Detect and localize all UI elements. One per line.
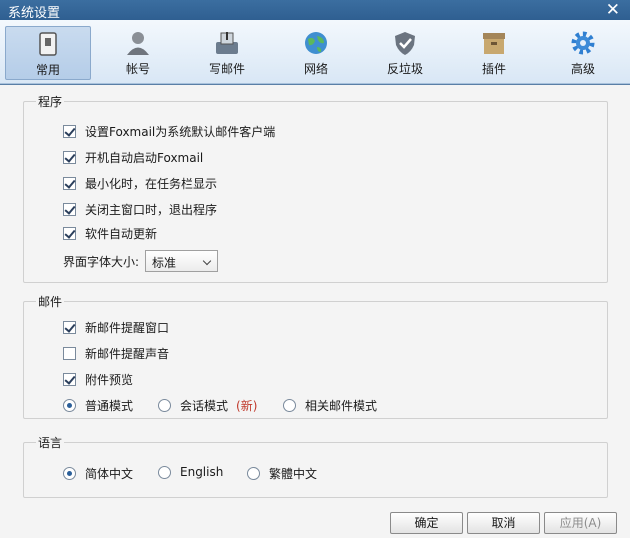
cancel-button[interactable]: 取消 (467, 512, 540, 534)
option-close-exit[interactable]: 关闭主窗口时，退出程序 (63, 201, 217, 218)
option-label: 繁體中文 (269, 467, 318, 481)
compose-icon (216, 32, 238, 54)
chevron-down-icon (202, 256, 212, 266)
tab-label: 高级 (570, 62, 595, 76)
select-value: 标准 (152, 256, 177, 270)
checkbox[interactable] (63, 373, 76, 386)
tab-advanced[interactable]: 高级 (540, 26, 626, 80)
ok-button[interactable]: 确定 (390, 512, 463, 534)
tab-account[interactable]: 帐号 (95, 26, 181, 80)
checkbox[interactable] (63, 347, 76, 360)
option-label: 设置Foxmail为系统默认邮件客户端 (85, 125, 276, 139)
new-badge: (新) (236, 399, 258, 413)
radio-button[interactable] (158, 399, 171, 412)
option-minimize-taskbar[interactable]: 最小化时，在任务栏显示 (63, 175, 217, 192)
group-title: 语言 (36, 434, 65, 451)
option-attachment-preview[interactable]: 附件预览 (63, 371, 133, 388)
radio-button[interactable] (63, 399, 76, 412)
tab-label: 帐号 (125, 62, 150, 76)
checkbox[interactable] (63, 151, 76, 164)
option-new-mail-window[interactable]: 新邮件提醒窗口 (63, 319, 169, 336)
tab-antispam[interactable]: 反垃圾 (362, 26, 448, 80)
radio-related-mode[interactable]: 相关邮件模式 (283, 397, 377, 414)
tab-compose[interactable]: 写邮件 (184, 26, 270, 80)
radio-conversation-mode[interactable]: 会话模式 (新) (158, 397, 257, 414)
option-label: 软件自动更新 (85, 227, 158, 241)
option-label: 关闭主窗口时，退出程序 (85, 203, 218, 217)
tab-label: 反垃圾 (386, 62, 423, 76)
settings-content: 程序 设置Foxmail为系统默认邮件客户端 开机自动启动Foxmail 最小化… (0, 85, 630, 538)
option-label: 简体中文 (85, 467, 134, 481)
tab-network[interactable]: 网络 (273, 26, 359, 80)
radio-simplified-chinese[interactable]: 简体中文 (63, 465, 133, 482)
checkbox[interactable] (63, 321, 76, 334)
group-title: 邮件 (36, 293, 65, 310)
radio-button[interactable] (247, 467, 260, 480)
gear-icon (571, 31, 595, 55)
shield-icon (395, 32, 415, 55)
checkbox[interactable] (63, 177, 76, 190)
tab-label: 常用 (35, 63, 60, 77)
title-bar: 系统设置 ✕ (0, 0, 630, 21)
option-label: 新邮件提醒声音 (85, 347, 170, 361)
box-icon (483, 33, 505, 54)
settings-toolbar: 常用 帐号 写邮件 网络 反垃圾 插件 高级 (0, 20, 630, 84)
option-autostart[interactable]: 开机自动启动Foxmail (63, 149, 203, 166)
checkbox[interactable] (63, 227, 76, 240)
radio-button[interactable] (283, 399, 296, 412)
option-auto-update[interactable]: 软件自动更新 (63, 225, 157, 242)
switch-icon (39, 32, 57, 56)
option-label: 会话模式 (180, 399, 229, 413)
radio-traditional-chinese[interactable]: 繁體中文 (247, 465, 317, 482)
option-label: 新邮件提醒窗口 (85, 321, 170, 335)
user-icon (127, 32, 149, 55)
close-icon[interactable]: ✕ (606, 0, 620, 20)
dialog-footer: 确定 取消 应用(A) (0, 508, 630, 538)
tab-label: 网络 (303, 62, 328, 76)
option-label: 相关邮件模式 (305, 399, 378, 413)
window-title: 系统设置 (8, 6, 61, 21)
radio-normal-mode[interactable]: 普通模式 (63, 397, 133, 414)
tab-label: 写邮件 (208, 62, 245, 76)
font-size-select[interactable]: 标准 (145, 250, 218, 272)
font-size-label: 界面字体大小: (63, 255, 140, 269)
option-label: 开机自动启动Foxmail (85, 151, 204, 165)
globe-icon (305, 32, 327, 54)
checkbox[interactable] (63, 125, 76, 138)
tab-plugins[interactable]: 插件 (451, 26, 537, 80)
option-label: 附件预览 (85, 373, 134, 387)
radio-english[interactable]: English (158, 465, 223, 479)
tab-general[interactable]: 常用 (5, 26, 91, 80)
radio-button[interactable] (63, 467, 76, 480)
group-title: 程序 (36, 93, 65, 110)
option-label: 最小化时，在任务栏显示 (85, 177, 218, 191)
checkbox[interactable] (63, 203, 76, 216)
apply-button[interactable]: 应用(A) (544, 512, 617, 534)
option-default-client[interactable]: 设置Foxmail为系统默认邮件客户端 (63, 123, 275, 140)
option-label: English (180, 465, 224, 479)
option-new-mail-sound[interactable]: 新邮件提醒声音 (63, 345, 169, 362)
option-label: 普通模式 (85, 399, 134, 413)
tab-label: 插件 (481, 62, 506, 76)
radio-button[interactable] (158, 465, 171, 479)
